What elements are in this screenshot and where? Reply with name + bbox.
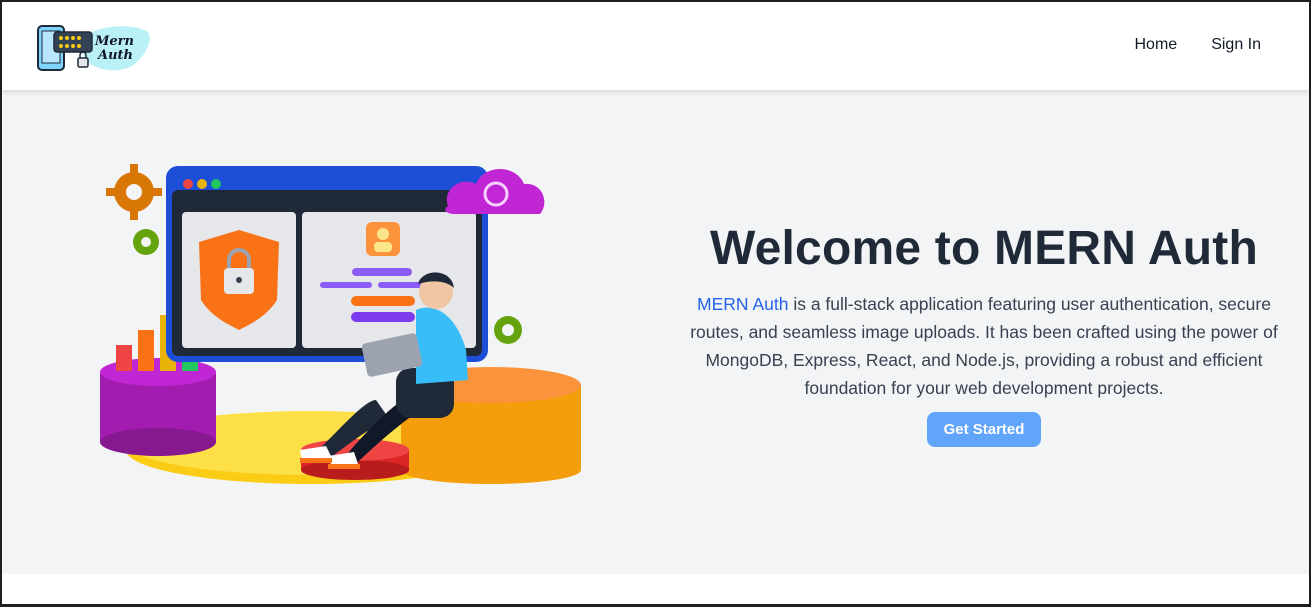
nav-sign-in-link[interactable]: Sign In — [1211, 36, 1261, 54]
page-footer-strip — [2, 574, 1309, 605]
navbar: Mern Auth Home Sign In — [2, 2, 1309, 90]
app-logo-icon[interactable]: Mern Auth — [36, 22, 152, 74]
logo-text-line1: Mern — [94, 34, 134, 49]
hero-title: Welcome to MERN Auth — [709, 222, 1258, 275]
nav-home-link[interactable]: Home — [1135, 36, 1178, 54]
logo-text-line2: Auth — [96, 48, 133, 63]
hero-content: Welcome to MERN Auth MERN Auth is a full… — [670, 220, 1298, 447]
hero-description: MERN Auth is a full-stack application fe… — [670, 290, 1298, 402]
hero-description-accent: MERN Auth — [697, 294, 789, 314]
security-illustration — [96, 150, 596, 500]
get-started-button[interactable]: Get Started — [926, 412, 1042, 447]
hero-section: Welcome to MERN Auth MERN Auth is a full… — [2, 90, 1309, 574]
nav-links: Home Sign In — [1135, 36, 1262, 54]
